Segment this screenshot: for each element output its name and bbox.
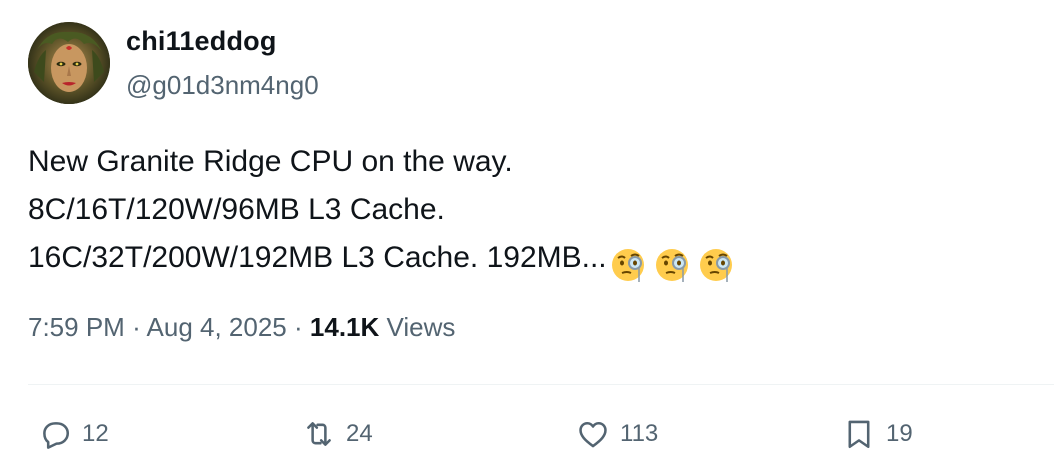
bookmark-icon xyxy=(848,420,870,449)
divider xyxy=(28,384,1054,385)
avatar-image xyxy=(28,22,110,104)
heart-icon xyxy=(579,421,607,448)
action-bar: 12 24 113 19 xyxy=(0,412,1054,456)
author-display-name[interactable]: chi11eddog xyxy=(126,26,277,57)
tweet-card: chi11eddog @g01d3nm4ng0 New Granite Ridg… xyxy=(0,0,1054,476)
views-count: 14.1K xyxy=(309,312,380,342)
tweet-line: 16C/32T/200W/192MB L3 Cache. 192MB... xyxy=(28,234,741,283)
retweet-icon xyxy=(307,422,331,446)
tweet-text: New Granite Ridge CPU on the way. 8C/16T… xyxy=(28,138,741,283)
meta-separator: · xyxy=(132,312,141,342)
like-count: 113 xyxy=(620,420,659,447)
bookmark-count: 19 xyxy=(886,420,913,447)
reply-button[interactable]: 12 xyxy=(38,412,109,456)
tweet-date[interactable]: Aug 4, 2025 xyxy=(147,312,287,342)
bookmark-button[interactable]: 19 xyxy=(842,412,913,456)
face-with-monocle-icon xyxy=(609,246,647,284)
views-label: Views xyxy=(386,312,456,342)
reply-icon xyxy=(43,422,70,449)
avatar[interactable] xyxy=(28,22,110,104)
retweet-button[interactable]: 24 xyxy=(302,412,373,456)
face-with-monocle-icon xyxy=(653,246,691,284)
tweet-meta: 7:59 PM · Aug 4, 2025 · 14.1K Views xyxy=(28,312,455,343)
author-handle[interactable]: @g01d3nm4ng0 xyxy=(126,70,319,101)
reply-count: 12 xyxy=(82,420,109,447)
tweet-line: 8C/16T/120W/96MB L3 Cache. xyxy=(28,193,445,226)
like-button[interactable]: 113 xyxy=(576,412,658,456)
tweet-line: New Granite Ridge CPU on the way. xyxy=(28,145,513,178)
emoji-row xyxy=(609,240,741,288)
face-with-monocle-icon xyxy=(697,246,735,284)
meta-separator: · xyxy=(294,312,303,342)
retweet-count: 24 xyxy=(346,420,373,447)
tweet-time[interactable]: 7:59 PM xyxy=(28,312,125,342)
tweet-line-text: 16C/32T/200W/192MB L3 Cache. 192MB... xyxy=(28,241,607,274)
